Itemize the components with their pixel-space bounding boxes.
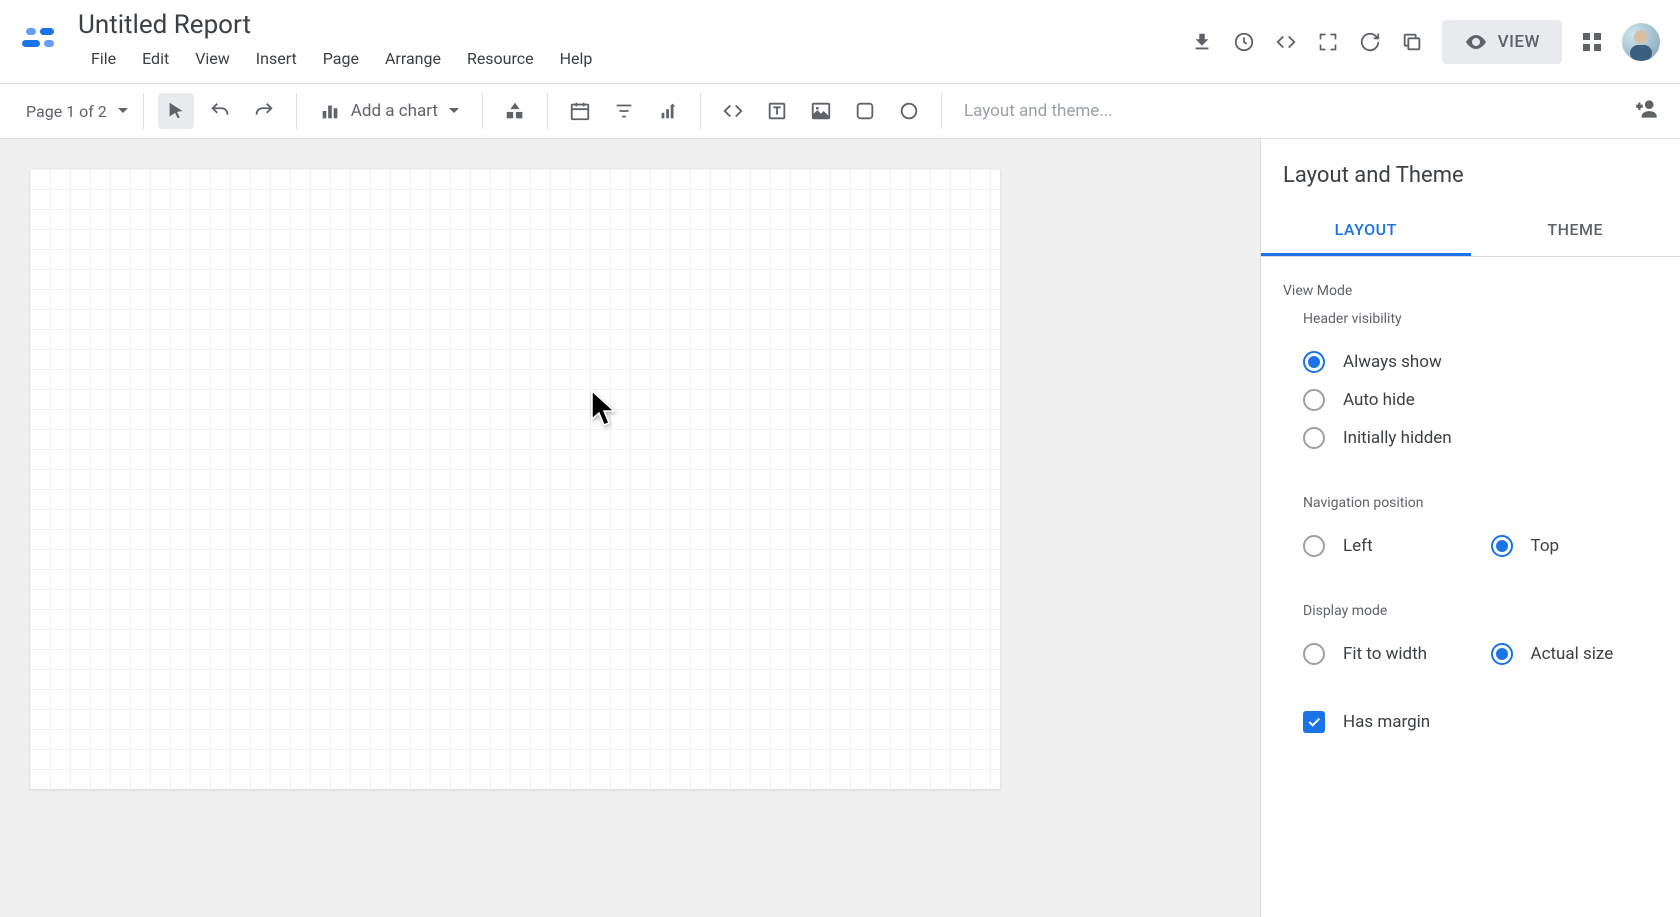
panel-title: Layout and Theme [1261, 163, 1680, 206]
history-icon[interactable] [1232, 30, 1256, 54]
checkbox-icon [1303, 711, 1325, 733]
radio-label: Top [1531, 536, 1560, 556]
tab-theme[interactable]: THEME [1471, 206, 1680, 256]
menu-view[interactable]: View [182, 43, 243, 74]
radio-icon [1303, 351, 1325, 373]
page-label: Page 1 of 2 [26, 102, 107, 121]
copy-icon[interactable] [1400, 30, 1424, 54]
user-avatar[interactable] [1622, 23, 1660, 61]
menu-file[interactable]: File [78, 43, 129, 74]
menu-edit[interactable]: Edit [129, 43, 182, 74]
tab-layout[interactable]: LAYOUT [1261, 206, 1471, 256]
menu-page[interactable]: Page [310, 43, 372, 74]
apps-grid-icon[interactable] [1580, 30, 1604, 54]
radio-nav-left[interactable]: Left [1283, 527, 1471, 565]
community-visualizations-button[interactable] [497, 93, 533, 129]
radio-icon [1303, 535, 1325, 557]
radio-label: Always show [1343, 352, 1442, 372]
radio-fit-width[interactable]: Fit to width [1283, 635, 1471, 673]
add-chart-button[interactable]: Add a chart [311, 96, 468, 126]
date-range-button[interactable] [562, 93, 598, 129]
add-chart-label: Add a chart [351, 101, 438, 121]
radio-initially-hidden[interactable]: Initially hidden [1283, 419, 1658, 457]
side-panel: Layout and Theme LAYOUT THEME View Mode … [1260, 139, 1680, 917]
radio-label: Left [1343, 536, 1373, 556]
chevron-down-icon [448, 105, 460, 117]
add-people-button[interactable] [1634, 96, 1660, 126]
radio-icon [1491, 643, 1513, 665]
checkbox-label: Has margin [1343, 712, 1430, 732]
label-navigation-position: Navigation position [1303, 495, 1658, 511]
radio-label: Actual size [1531, 644, 1614, 664]
radio-icon [1303, 643, 1325, 665]
menu-help[interactable]: Help [547, 43, 606, 74]
download-icon[interactable] [1190, 30, 1214, 54]
data-control-button[interactable] [650, 93, 686, 129]
radio-always-show[interactable]: Always show [1283, 343, 1658, 381]
bar-chart-icon [319, 100, 341, 122]
undo-button[interactable] [202, 93, 238, 129]
refresh-icon[interactable] [1358, 30, 1382, 54]
radio-icon [1303, 389, 1325, 411]
circle-button[interactable] [891, 93, 927, 129]
section-view-mode: View Mode [1283, 283, 1658, 299]
radio-auto-hide[interactable]: Auto hide [1283, 381, 1658, 419]
filter-control-button[interactable] [606, 93, 642, 129]
radio-label: Fit to width [1343, 644, 1427, 664]
panel-tabs: LAYOUT THEME [1261, 206, 1680, 257]
toolbar: Page 1 of 2 Add a chart [0, 84, 1680, 139]
cursor-overlay [590, 389, 618, 433]
menu-bar: File Edit View Insert Page Arrange Resou… [78, 43, 1190, 74]
layout-theme-input[interactable]: Layout and theme... [956, 97, 1620, 125]
view-button-label: VIEW [1498, 32, 1540, 52]
report-title[interactable]: Untitled Report [78, 9, 1190, 41]
view-button[interactable]: VIEW [1442, 20, 1562, 64]
report-canvas[interactable] [30, 169, 1000, 789]
header-bar: Untitled Report File Edit View Insert Pa… [0, 0, 1680, 84]
radio-icon [1303, 427, 1325, 449]
checkbox-has-margin[interactable]: Has margin [1283, 703, 1658, 741]
page-selector[interactable]: Page 1 of 2 [26, 102, 129, 121]
menu-insert[interactable]: Insert [243, 43, 310, 74]
radio-label: Initially hidden [1343, 428, 1452, 448]
radio-icon [1491, 535, 1513, 557]
image-button[interactable] [803, 93, 839, 129]
menu-resource[interactable]: Resource [454, 43, 547, 74]
radio-nav-top[interactable]: Top [1471, 527, 1659, 565]
embed-icon[interactable] [1274, 30, 1298, 54]
label-display-mode: Display mode [1303, 603, 1658, 619]
text-button[interactable] [759, 93, 795, 129]
radio-actual-size[interactable]: Actual size [1471, 635, 1659, 673]
chevron-down-icon [117, 105, 129, 117]
label-header-visibility: Header visibility [1303, 311, 1658, 327]
rectangle-button[interactable] [847, 93, 883, 129]
radio-label: Auto hide [1343, 390, 1415, 410]
pointer-tool[interactable] [158, 93, 194, 129]
fullscreen-icon[interactable] [1316, 30, 1340, 54]
url-embed-button[interactable] [715, 93, 751, 129]
canvas-area[interactable] [0, 139, 1260, 917]
app-logo [20, 22, 60, 62]
redo-button[interactable] [246, 93, 282, 129]
menu-arrange[interactable]: Arrange [372, 43, 454, 74]
